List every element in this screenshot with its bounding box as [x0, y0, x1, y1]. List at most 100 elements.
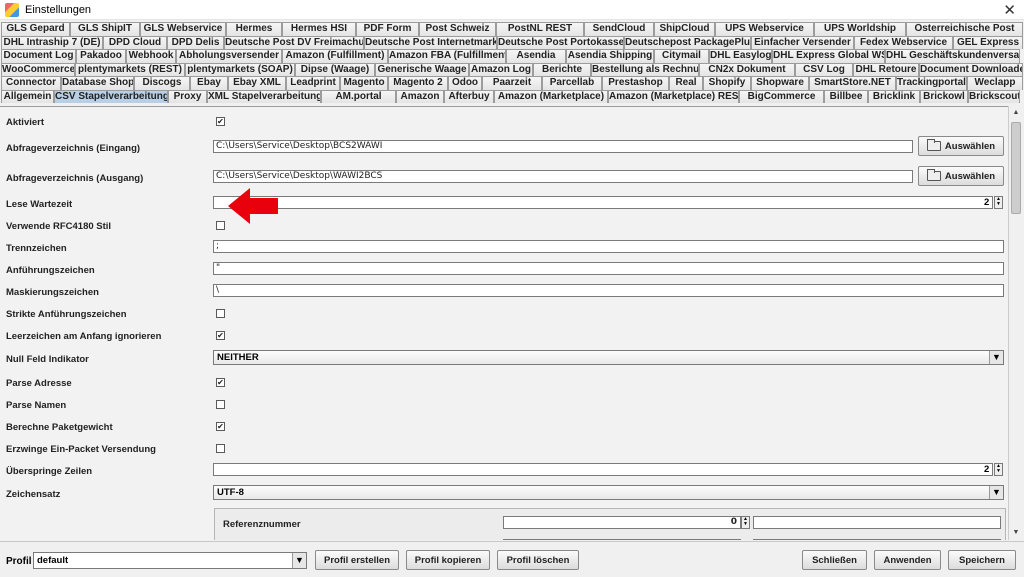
tab-proxy[interactable]: Proxy — [168, 89, 207, 103]
rfc4180-checkbox[interactable] — [216, 221, 225, 230]
tab-webhook[interactable]: Webhook — [126, 49, 176, 63]
tab-database-shop[interactable]: Database Shop — [61, 76, 134, 90]
tab-woocommerce[interactable]: WooCommerce — [1, 62, 75, 76]
tab-gel-express[interactable]: GEL Express — [953, 35, 1023, 49]
chevron-down-icon[interactable]: ▼ — [989, 351, 1003, 364]
tab-dhl-geschäftskundenversand[interactable]: DHL Geschäftskundenversand — [885, 49, 1020, 63]
tab-magento-2[interactable]: Magento 2 — [388, 76, 448, 90]
eingang-input[interactable]: C:\Users\Service\Desktop\BCS2WAWI — [213, 140, 913, 153]
tab-amazon-log[interactable]: Amazon Log — [469, 62, 533, 76]
tab-post-schweiz[interactable]: Post Schweiz — [419, 22, 496, 36]
tab-real[interactable]: Real — [669, 76, 703, 90]
tab-shopware[interactable]: Shopware — [751, 76, 809, 90]
referenznummer-mapping-input[interactable] — [753, 516, 1001, 529]
next-mapping-input[interactable] — [503, 539, 741, 540]
auswaehlen-eingang-button[interactable]: Auswählen — [918, 136, 1004, 156]
profil-loeschen-button[interactable]: Profil löschen — [497, 550, 579, 570]
tab-ebay[interactable]: Ebay — [190, 76, 228, 90]
tab-document-log[interactable]: Document Log — [1, 49, 76, 63]
tab-dhl-retoure[interactable]: DHL Retoure — [853, 62, 919, 76]
leerzeichen-checkbox[interactable]: ✔ — [216, 331, 225, 340]
berechne-checkbox[interactable]: ✔ — [216, 422, 225, 431]
tab-deutsche-post-internetmarke[interactable]: Deutsche Post Internetmarke — [364, 35, 497, 49]
ausgang-input[interactable]: C:\Users\Service\Desktop\WAWI2BCS — [213, 170, 913, 183]
tab-plentymarkets-soap[interactable]: plentymarkets (SOAP) — [185, 62, 295, 76]
close-icon[interactable]: ✕ — [1003, 1, 1016, 19]
tab-österreichische-post[interactable]: Österreichische Post — [906, 22, 1023, 36]
zeichensatz-select[interactable]: UTF-8 ▼ — [213, 485, 1004, 500]
tab-plentymarkets-rest[interactable]: plentymarkets (REST) — [75, 62, 185, 76]
next-mapping-input-2[interactable] — [753, 539, 1001, 540]
tab-citymail[interactable]: Citymail — [654, 49, 709, 63]
tab-dhl-express-global-ws[interactable]: DHL Express Global WS — [772, 49, 885, 63]
tab-dhl-intraship-7-de[interactable]: DHL Intraship 7 (DE) — [1, 35, 103, 49]
tab-dpd-cloud[interactable]: DPD Cloud — [103, 35, 167, 49]
tab-paarzeit[interactable]: Paarzeit — [482, 76, 542, 90]
tab-deutsche-post-portokasse[interactable]: Deutsche Post Portokasse — [497, 35, 624, 49]
tab-bestellung-als-rechnung[interactable]: Bestellung als Rechnung — [591, 62, 699, 76]
tab-allgemein[interactable]: Allgemein — [1, 89, 54, 103]
tab-am-portal[interactable]: AM.portal — [321, 89, 396, 103]
tab-amazon-fba-fulfillment[interactable]: Amazon FBA (Fulfillment) — [388, 49, 506, 63]
tab-cn2x-dokument[interactable]: CN2x Dokument — [699, 62, 795, 76]
tab-amazon-marketplace[interactable]: Amazon (Marketplace) — [494, 89, 608, 103]
tab-bricklink[interactable]: Bricklink — [868, 89, 920, 103]
auswaehlen-ausgang-button[interactable]: Auswählen — [918, 166, 1004, 186]
tab-hermes-hsi[interactable]: Hermes HSI — [282, 22, 356, 36]
tab-discogs[interactable]: Discogs — [134, 76, 190, 90]
tab-einfacher-versender[interactable]: Einfacher Versender — [751, 35, 854, 49]
erzwinge-checkbox[interactable] — [216, 444, 225, 453]
parse-adresse-checkbox[interactable]: ✔ — [216, 378, 225, 387]
tab-asendia[interactable]: Asendia — [506, 49, 566, 63]
tab-dpd-delis[interactable]: DPD Delis — [167, 35, 224, 49]
tab-brickowl[interactable]: Brickowl — [920, 89, 968, 103]
tab-asendia-shipping[interactable]: Asendia Shipping — [566, 49, 654, 63]
tab-dhl-easylog[interactable]: DHL Easylog — [709, 49, 772, 63]
tab-ups-webservice[interactable]: UPS Webservice — [715, 22, 814, 36]
tab-odoo[interactable]: Odoo — [448, 76, 482, 90]
tab-amazon-fulfillment[interactable]: Amazon (Fulfillment) — [282, 49, 388, 63]
tab-brickscout[interactable]: Brickscout — [968, 89, 1020, 103]
tab-gls-shipit[interactable]: GLS ShipIT — [70, 22, 140, 36]
tab-berichte[interactable]: Berichte — [533, 62, 591, 76]
chevron-down-icon[interactable]: ▼ — [989, 486, 1003, 499]
tab-billbee[interactable]: Billbee — [824, 89, 868, 103]
scroll-down-icon[interactable]: ▼ — [1010, 526, 1022, 540]
tab-ups-worldship[interactable]: UPS Worldship — [814, 22, 906, 36]
tab-connector[interactable]: Connector — [1, 76, 61, 90]
anwenden-button[interactable]: Anwenden — [874, 550, 941, 570]
tab-deutsche-post-dv-freimachung[interactable]: Deutsche Post DV Freimachung — [224, 35, 364, 49]
anfuehrungszeichen-input[interactable]: " — [213, 262, 1004, 275]
tab-magento[interactable]: Magento — [340, 76, 388, 90]
ueberspringe-spinner[interactable]: ▲ ▼ — [994, 463, 1003, 476]
vertical-scrollbar[interactable]: ▲ ▼ — [1008, 106, 1022, 540]
tab-shopify[interactable]: Shopify — [703, 76, 751, 90]
tab-shipcloud[interactable]: ShipCloud — [654, 22, 715, 36]
maskierungszeichen-input[interactable]: \ — [213, 284, 1004, 297]
parse-namen-checkbox[interactable] — [216, 400, 225, 409]
tab-generische-waage[interactable]: Generische Waage — [375, 62, 469, 76]
tab-pdf-form[interactable]: PDF Form — [356, 22, 419, 36]
schliessen-button[interactable]: Schließen — [802, 550, 867, 570]
tab-ebay-xml[interactable]: Ebay XML — [228, 76, 286, 90]
tab-gls-gepard[interactable]: GLS Gepard — [1, 22, 70, 36]
tab-sendcloud[interactable]: SendCloud — [584, 22, 654, 36]
tab-afterbuy[interactable]: Afterbuy — [444, 89, 494, 103]
tab-amazon[interactable]: Amazon — [396, 89, 444, 103]
speichern-button[interactable]: Speichern — [948, 550, 1016, 570]
lese-wartezeit-input[interactable] — [213, 196, 993, 209]
tab-parcellab[interactable]: Parcellab — [542, 76, 602, 90]
tab-abholungsversender[interactable]: Abholungsversender — [176, 49, 282, 63]
referenznummer-spinner[interactable]: ▲ ▼ — [741, 516, 750, 529]
tab-fedex-webservice[interactable]: Fedex Webservice — [854, 35, 953, 49]
tab-weclapp[interactable]: Weclapp — [967, 76, 1023, 90]
tab-smartstore-net[interactable]: SmartStore.NET — [809, 76, 896, 90]
tab-bigcommerce[interactable]: BigCommerce — [739, 89, 824, 103]
strikte-checkbox[interactable] — [216, 309, 225, 318]
tab-csv-stapelverarbeitung[interactable]: CSV Stapelverarbeitung — [54, 89, 168, 103]
profil-erstellen-button[interactable]: Profil erstellen — [315, 550, 399, 570]
lese-wartezeit-spinner[interactable]: ▲ ▼ — [994, 196, 1003, 209]
tab-prestashop[interactable]: Prestashop — [602, 76, 669, 90]
tab-deutschepost-packageplus[interactable]: Deutschepost PackagePlus — [624, 35, 751, 49]
tab-hermes[interactable]: Hermes — [226, 22, 282, 36]
